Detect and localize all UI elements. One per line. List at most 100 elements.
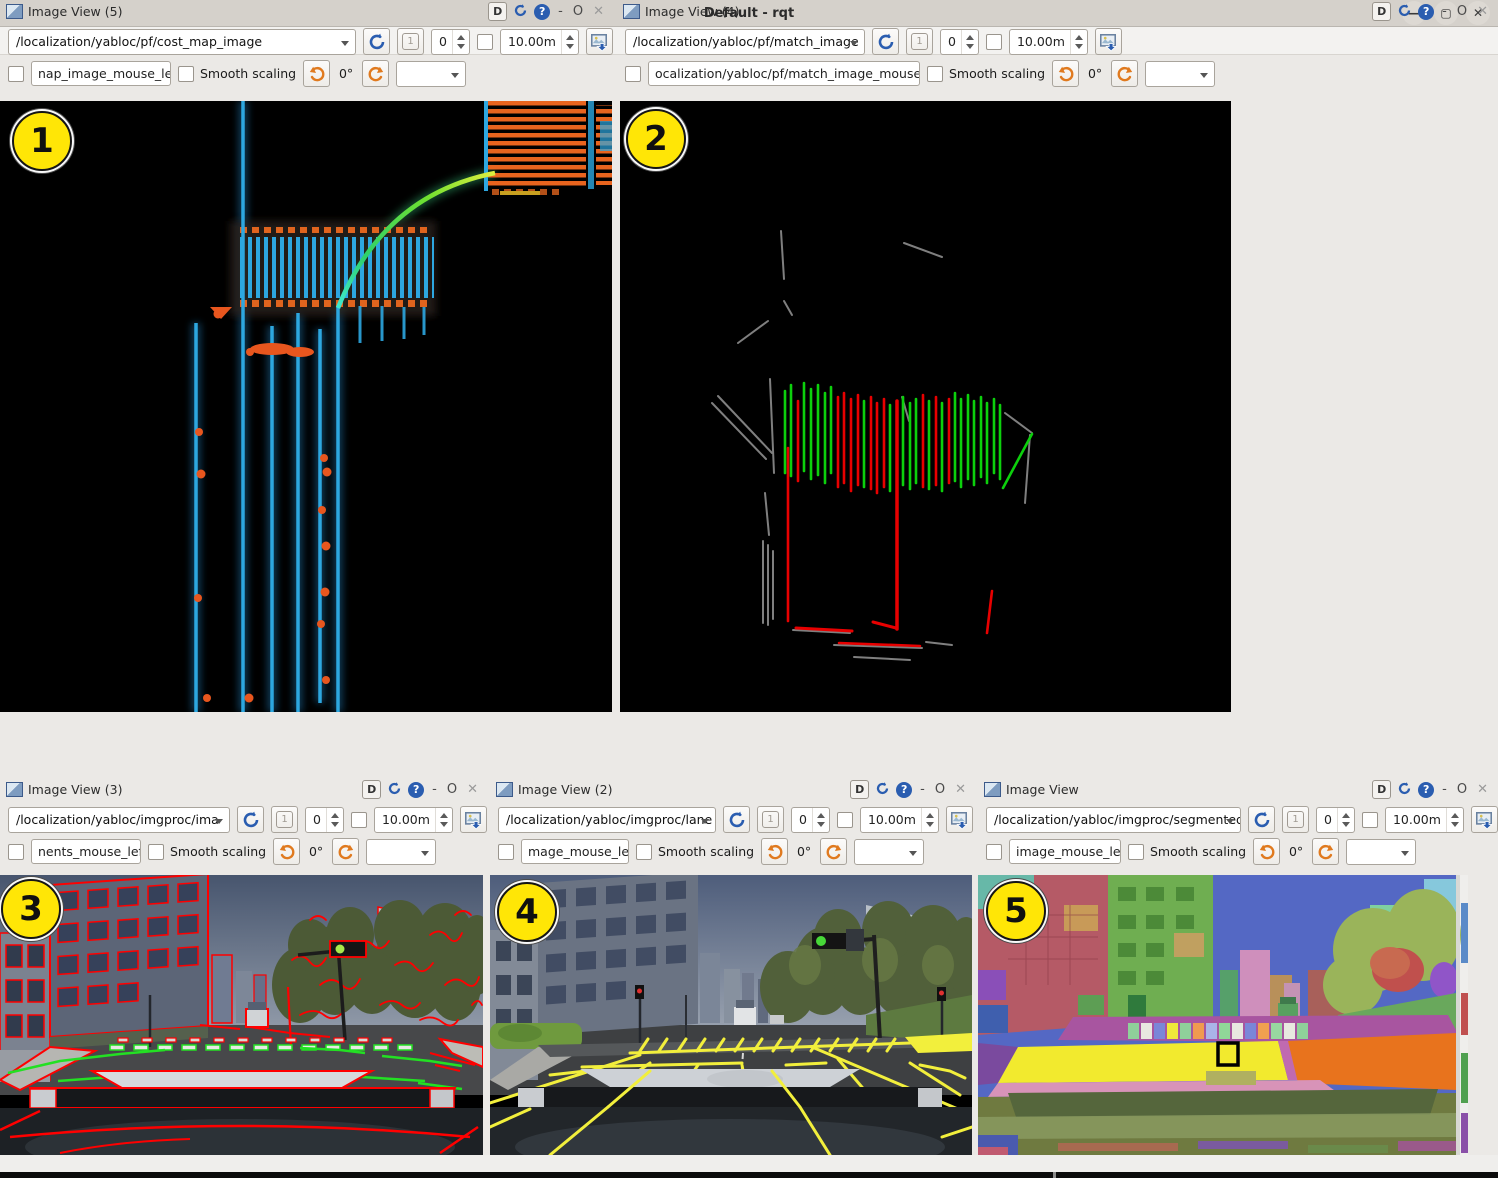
- spin-down-icon[interactable]: [926, 822, 934, 827]
- mouse-topic-field[interactable]: nents_mouse_left: [31, 839, 141, 864]
- spin-up-icon[interactable]: [817, 813, 825, 818]
- panel-titlebar[interactable]: Image View D ? - O ✕: [978, 778, 1498, 801]
- frame-skip-spinbox[interactable]: 0: [431, 29, 470, 55]
- help-icon[interactable]: ?: [534, 4, 550, 20]
- rotate-left-button[interactable]: [761, 838, 788, 865]
- float-button[interactable]: O: [933, 782, 947, 797]
- topic-combo[interactable]: /localization/yabloc/imgproc/ima: [8, 807, 230, 833]
- reload-plugin-button[interactable]: [1397, 3, 1412, 21]
- collapse-button[interactable]: -: [430, 782, 439, 797]
- rotate-left-button[interactable]: [273, 838, 300, 865]
- edge-overlay-image[interactable]: 3: [0, 875, 483, 1155]
- single-frame-button[interactable]: 1: [1282, 806, 1309, 833]
- dock-button[interactable]: D: [362, 780, 381, 799]
- max-range-spinbox[interactable]: 10.00m: [860, 807, 939, 833]
- mouse-topic-field[interactable]: ocalization/yabloc/pf/match_image_mouse_…: [648, 61, 920, 86]
- close-panel-button[interactable]: ✕: [465, 782, 480, 797]
- rotate-right-button[interactable]: [1111, 60, 1138, 87]
- save-image-button[interactable]: [1471, 806, 1498, 833]
- smooth-scaling-checkbox[interactable]: [148, 844, 164, 860]
- segmented-image[interactable]: 5: [978, 875, 1468, 1155]
- dynamic-range-checkbox[interactable]: [837, 812, 853, 828]
- save-image-button[interactable]: [460, 806, 487, 833]
- topic-combo[interactable]: /localization/yabloc/pf/cost_map_image: [8, 29, 356, 55]
- spin-down-icon[interactable]: [966, 44, 974, 49]
- dock-button[interactable]: D: [488, 2, 507, 21]
- spin-down-icon[interactable]: [817, 822, 825, 827]
- rotation-preset-combo[interactable]: [854, 839, 924, 865]
- dynamic-range-checkbox[interactable]: [1362, 812, 1378, 828]
- frame-skip-spinbox[interactable]: 0: [940, 29, 979, 55]
- rotation-preset-combo[interactable]: [366, 839, 436, 865]
- single-frame-button[interactable]: 1: [271, 806, 298, 833]
- dynamic-range-checkbox[interactable]: [986, 34, 1002, 50]
- float-button[interactable]: O: [1455, 782, 1469, 797]
- spin-up-icon[interactable]: [1075, 35, 1083, 40]
- topic-combo[interactable]: /localization/yabloc/pf/match_image: [625, 29, 865, 55]
- dynamic-range-checkbox[interactable]: [477, 34, 493, 50]
- float-button[interactable]: O: [1455, 4, 1469, 19]
- reload-plugin-button[interactable]: [513, 3, 528, 21]
- help-icon[interactable]: ?: [896, 782, 912, 798]
- rotation-preset-combo[interactable]: [396, 61, 466, 87]
- help-icon[interactable]: ?: [1418, 782, 1434, 798]
- refresh-topics-button[interactable]: [237, 806, 264, 833]
- spin-down-icon[interactable]: [1451, 822, 1459, 827]
- topic-combo[interactable]: /localization/yabloc/imgproc/lane: [498, 807, 716, 833]
- rotate-right-button[interactable]: [820, 838, 847, 865]
- reload-plugin-button[interactable]: [387, 781, 402, 799]
- help-icon[interactable]: ?: [1418, 4, 1434, 20]
- rotation-preset-combo[interactable]: [1145, 61, 1215, 87]
- dock-button[interactable]: D: [1372, 2, 1391, 21]
- topic-combo[interactable]: /localization/yabloc/imgproc/segmented: [986, 807, 1241, 833]
- rotate-right-button[interactable]: [362, 60, 389, 87]
- float-button[interactable]: O: [445, 782, 459, 797]
- frame-skip-spinbox[interactable]: 0: [791, 807, 830, 833]
- spin-up-icon[interactable]: [926, 813, 934, 818]
- spin-down-icon[interactable]: [1075, 44, 1083, 49]
- mouse-topic-field[interactable]: nap_image_mouse_left: [31, 61, 171, 86]
- max-range-spinbox[interactable]: 10.00m: [374, 807, 453, 833]
- single-frame-button[interactable]: 1: [906, 28, 933, 55]
- spin-up-icon[interactable]: [1342, 813, 1350, 818]
- dock-button[interactable]: D: [850, 780, 869, 799]
- publish-click-checkbox[interactable]: [625, 66, 641, 82]
- spin-up-icon[interactable]: [457, 35, 465, 40]
- save-image-button[interactable]: [1095, 28, 1122, 55]
- smooth-scaling-checkbox[interactable]: [1128, 844, 1144, 860]
- dynamic-range-checkbox[interactable]: [351, 812, 367, 828]
- float-button[interactable]: O: [571, 4, 585, 19]
- smooth-scaling-checkbox[interactable]: [636, 844, 652, 860]
- publish-click-checkbox[interactable]: [498, 844, 514, 860]
- refresh-topics-button[interactable]: [872, 28, 899, 55]
- spin-down-icon[interactable]: [566, 44, 574, 49]
- smooth-scaling-checkbox[interactable]: [178, 66, 194, 82]
- frame-skip-spinbox[interactable]: 0: [1316, 807, 1355, 833]
- save-image-button[interactable]: [586, 28, 613, 55]
- spin-down-icon[interactable]: [457, 44, 465, 49]
- mouse-topic-field[interactable]: mage_mouse_left: [521, 839, 629, 864]
- max-range-spinbox[interactable]: 10.00m: [500, 29, 579, 55]
- close-panel-button[interactable]: ✕: [1475, 4, 1490, 19]
- spin-up-icon[interactable]: [331, 813, 339, 818]
- smooth-scaling-checkbox[interactable]: [927, 66, 943, 82]
- collapse-button[interactable]: -: [918, 782, 927, 797]
- refresh-topics-button[interactable]: [1248, 806, 1275, 833]
- help-icon[interactable]: ?: [408, 782, 424, 798]
- publish-click-checkbox[interactable]: [8, 66, 24, 82]
- publish-click-checkbox[interactable]: [986, 844, 1002, 860]
- collapse-button[interactable]: -: [556, 4, 565, 19]
- publish-click-checkbox[interactable]: [8, 844, 24, 860]
- reload-plugin-button[interactable]: [1397, 781, 1412, 799]
- spin-down-icon[interactable]: [440, 822, 448, 827]
- match-image[interactable]: 2: [620, 101, 1231, 712]
- refresh-topics-button[interactable]: [363, 28, 390, 55]
- mouse-topic-field[interactable]: image_mouse_left: [1009, 839, 1121, 864]
- panel-titlebar[interactable]: Image View (5) D ? - O ✕: [0, 0, 614, 23]
- spin-up-icon[interactable]: [1451, 813, 1459, 818]
- rotate-left-button[interactable]: [303, 60, 330, 87]
- max-range-spinbox[interactable]: 10.00m: [1385, 807, 1464, 833]
- save-image-button[interactable]: [946, 806, 973, 833]
- rotate-left-button[interactable]: [1253, 838, 1280, 865]
- cost-map-image[interactable]: 1: [0, 101, 612, 712]
